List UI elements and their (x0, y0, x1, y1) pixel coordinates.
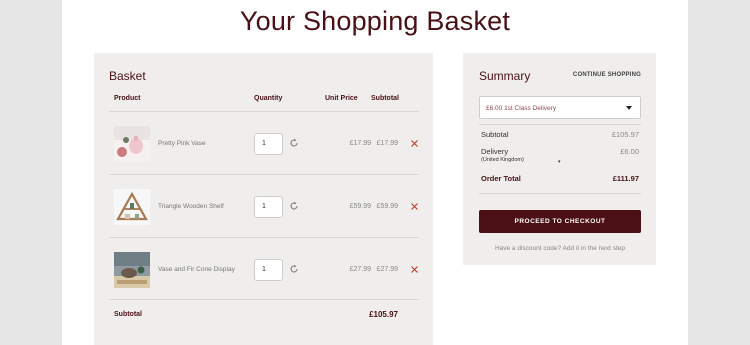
product-name[interactable]: Triangle Wooden Shelf (158, 203, 224, 210)
summary-subtotal-value: £105.97 (611, 130, 639, 139)
delivery-select-value: £6.00 1st Class Delivery (486, 105, 557, 112)
column-header-subtotal: Subtotal (371, 95, 399, 102)
product-thumbnail[interactable] (114, 189, 150, 225)
basket-subtotal-value: £105.97 (369, 310, 398, 319)
column-header-unit-price: Unit Price (325, 95, 358, 102)
basket-subtotal-label: Subtotal (114, 311, 142, 318)
column-header-product: Product (114, 95, 141, 102)
refresh-icon[interactable] (289, 264, 299, 274)
divider (479, 124, 641, 125)
column-header-quantity: Quantity (254, 95, 283, 102)
unit-price: £59.99 (349, 203, 371, 210)
order-total-label: Order Total (481, 174, 521, 183)
quantity-input[interactable]: 1 (254, 196, 283, 218)
proceed-to-checkout-button[interactable]: PROCEED TO CHECKOUT (479, 210, 641, 233)
basket-panel: Basket Product Quantity Unit Price Subto… (94, 53, 433, 345)
summary-subtotal-label: Subtotal (481, 130, 509, 139)
basket-title: Basket (109, 69, 146, 83)
close-icon[interactable] (410, 139, 419, 148)
chevron-down-icon (626, 106, 632, 110)
chevron-down-icon: ▾ (558, 159, 561, 165)
quantity-input[interactable]: 1 (254, 133, 283, 155)
product-name[interactable]: Pretty Pink Vase (158, 140, 206, 147)
line-subtotal: £59.99 (376, 203, 398, 210)
table-row: Triangle Wooden Shelf 1 £59.99 £59.99 (109, 174, 419, 237)
order-total-value: £111.97 (612, 174, 639, 183)
product-thumbnail[interactable] (114, 252, 150, 288)
close-icon[interactable] (410, 265, 419, 274)
discount-code-note: Have a discount code? Add it in the next… (494, 245, 626, 252)
summary-delivery-value: £6.00 (620, 147, 639, 156)
basket-subtotal-row: Subtotal £105.97 (109, 299, 419, 329)
table-row: Pretty Pink Vase 1 £17.99 £17.99 (109, 111, 419, 174)
country-select-value: United Kingdom (482, 157, 522, 163)
table-row: Vase and Fir Cone Display 1 £27.99 £27.9… (109, 237, 419, 300)
close-icon[interactable] (410, 202, 419, 211)
product-thumbnail[interactable] (114, 126, 150, 162)
line-subtotal: £17.99 (376, 140, 398, 147)
summary-delivery-label: Delivery (481, 147, 509, 156)
unit-price: £27.99 (349, 266, 371, 273)
refresh-icon[interactable] (289, 138, 299, 148)
delivery-select[interactable]: £6.00 1st Class Delivery (479, 96, 641, 119)
page-title: Your Shopping Basket (239, 6, 511, 36)
country-select[interactable]: (United Kingdom) (481, 157, 524, 163)
divider (479, 193, 641, 194)
line-subtotal: £27.99 (376, 266, 398, 273)
summary-title: Summary (479, 69, 531, 83)
summary-panel: Summary CONTINUE SHOPPING £6.00 1st Clas… (463, 53, 656, 265)
quantity-input[interactable]: 1 (254, 259, 283, 281)
product-name[interactable]: Vase and Fir Cone Display (158, 266, 235, 273)
unit-price: £17.99 (349, 140, 371, 147)
continue-shopping-link[interactable]: CONTINUE SHOPPING (573, 72, 641, 78)
refresh-icon[interactable] (289, 201, 299, 211)
